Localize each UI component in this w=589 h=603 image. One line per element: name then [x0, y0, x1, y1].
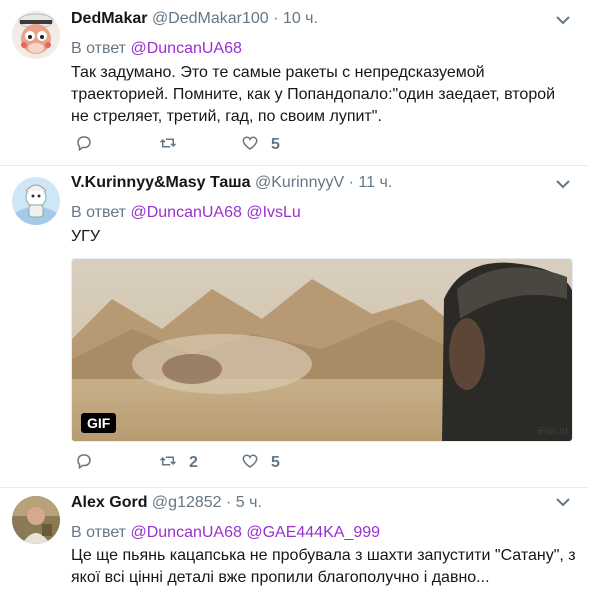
- reply-prefix: В ответ: [71, 204, 127, 221]
- timestamp[interactable]: 10 ч.: [283, 10, 318, 27]
- mention-link[interactable]: @GAE444KA_999: [246, 524, 380, 541]
- gif-media[interactable]: GIF iFun.ru: [71, 258, 573, 442]
- caret-down-icon[interactable]: [555, 12, 571, 28]
- reply-icon: [75, 452, 93, 475]
- user-handle[interactable]: @DedMakar100: [152, 10, 269, 27]
- tweet-header: V.Kurinnyy&Masy Таша @KurinnyyV · 11 ч.: [71, 172, 392, 194]
- mention-link[interactable]: @DuncanUA68: [130, 40, 241, 57]
- media-watermark: iFun.ru: [536, 426, 568, 437]
- retweet-button[interactable]: 2: [159, 452, 198, 474]
- reply-prefix: В ответ: [71, 524, 127, 541]
- mention-link[interactable]: @DuncanUA68: [130, 524, 241, 541]
- avatar[interactable]: [12, 11, 60, 59]
- retweet-count: 2: [189, 454, 198, 471]
- avatar[interactable]: [12, 496, 60, 544]
- reply-context: В ответ @DuncanUA68 @GAE444KA_999: [71, 522, 380, 544]
- tweet-text: УГУ: [71, 228, 100, 245]
- tweet[interactable]: Alex Gord @g12852 · 5 ч. В ответ @Duncan…: [0, 488, 589, 603]
- like-button[interactable]: 5: [241, 452, 280, 474]
- gif-badge: GIF: [81, 413, 117, 433]
- like-count: 5: [271, 136, 280, 153]
- tweet[interactable]: V.Kurinnyy&Masy Таша @KurinnyyV · 11 ч. …: [0, 166, 589, 488]
- tweet-actions: 2 5: [71, 452, 371, 476]
- caret-down-icon[interactable]: [555, 494, 571, 510]
- mention-link[interactable]: @DuncanUA68: [130, 204, 241, 221]
- mention-link[interactable]: @IvsLu: [246, 204, 300, 221]
- display-name[interactable]: Alex Gord: [71, 494, 147, 511]
- retweet-icon: [159, 452, 177, 475]
- tweet[interactable]: DedMakar @DedMakar100 · 10 ч. В ответ @D…: [0, 0, 589, 166]
- retweet-button[interactable]: [159, 134, 189, 156]
- reply-button[interactable]: [75, 134, 105, 156]
- reply-icon: [75, 134, 93, 157]
- caret-down-icon[interactable]: [555, 176, 571, 192]
- gif-image: [72, 259, 572, 441]
- avatar[interactable]: [12, 177, 60, 225]
- timestamp[interactable]: 5 ч.: [236, 494, 262, 511]
- timestamp[interactable]: 11 ч.: [358, 174, 392, 191]
- like-icon: [241, 452, 259, 475]
- reply-context: В ответ @DuncanUA68: [71, 38, 242, 60]
- user-handle[interactable]: @g12852: [152, 494, 222, 511]
- tweet-header: Alex Gord @g12852 · 5 ч.: [71, 492, 262, 514]
- like-icon: [241, 134, 259, 157]
- separator: ·: [273, 10, 279, 27]
- reply-prefix: В ответ: [71, 40, 127, 57]
- user-handle[interactable]: @KurinnyyV: [255, 174, 344, 191]
- tweet-actions: 5: [71, 134, 371, 158]
- reply-button[interactable]: [75, 452, 105, 474]
- tweet-header: DedMakar @DedMakar100 · 10 ч.: [71, 8, 318, 30]
- separator: ·: [226, 494, 232, 511]
- display-name[interactable]: V.Kurinnyy&Masy Таша: [71, 174, 251, 191]
- display-name[interactable]: DedMakar: [71, 10, 147, 27]
- like-count: 5: [271, 454, 280, 471]
- like-button[interactable]: 5: [241, 134, 280, 156]
- retweet-icon: [159, 134, 177, 157]
- separator: ·: [348, 174, 354, 191]
- reply-context: В ответ @DuncanUA68 @IvsLu: [71, 202, 301, 224]
- tweet-text: Це ще пьянь кацапська не пробувала з шах…: [71, 547, 576, 586]
- tweet-text: Так задумано. Это те самые ракеты с непр…: [71, 64, 556, 125]
